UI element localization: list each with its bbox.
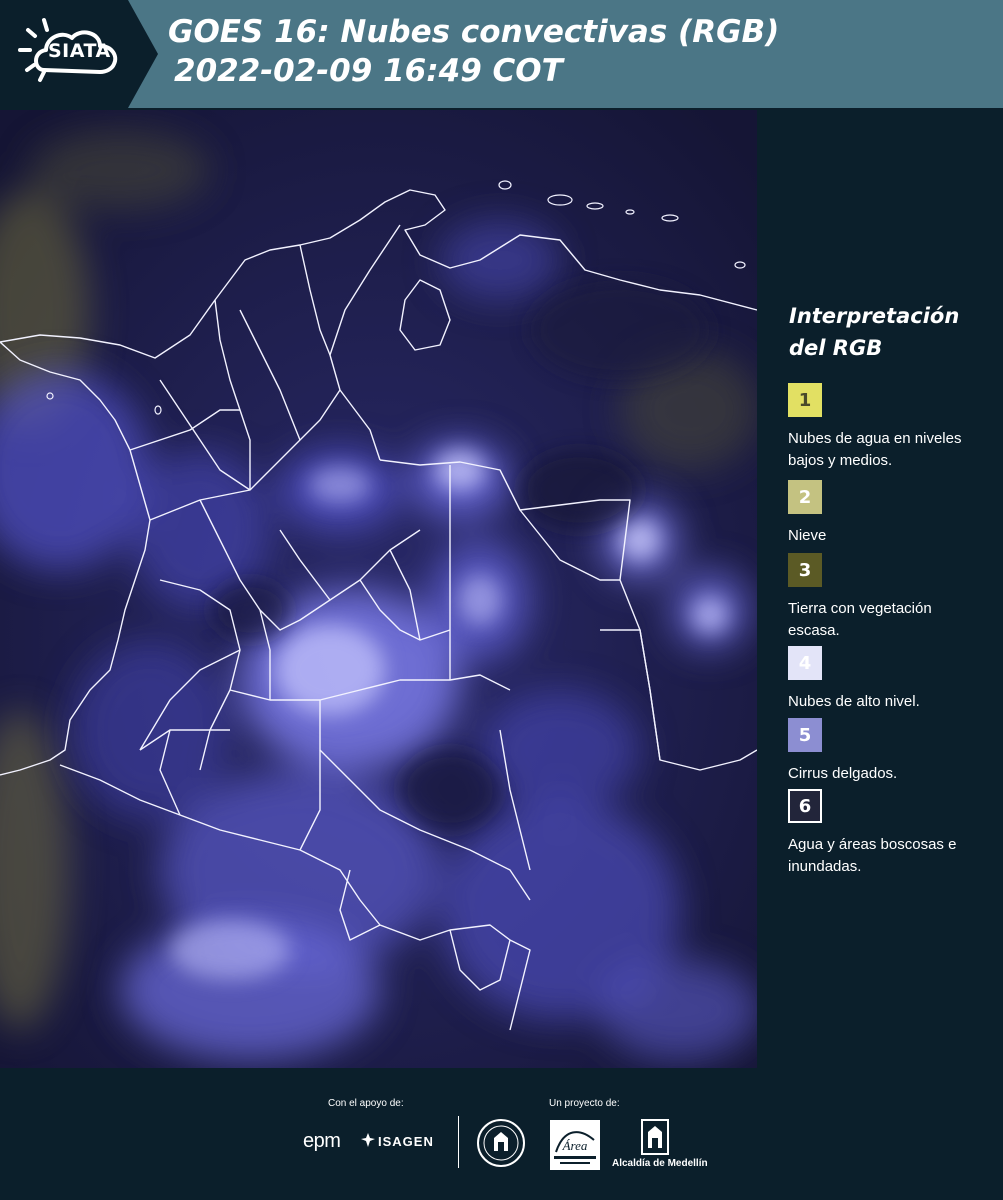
satellite-map[interactable] — [0, 110, 757, 1068]
legend-label: Agua y áreas boscosas e inundadas. — [788, 836, 957, 875]
legend-swatch: 5 — [788, 718, 822, 752]
medellin-seal-icon — [477, 1119, 525, 1167]
siata-logo-text: SIATA — [48, 40, 111, 62]
legend-swatch: 4 — [788, 646, 822, 680]
legend-swatch: 2 — [788, 480, 822, 514]
svg-text:Área: Área — [562, 1138, 588, 1153]
legend-item-5: 5 Cirrus delgados. — [788, 718, 998, 785]
support-label: Con el apoyo de: — [328, 1098, 404, 1109]
alcaldia-medellin-logo — [641, 1119, 669, 1155]
satellite-image — [0, 110, 757, 1068]
legend-item-2: 2 Nieve — [788, 480, 998, 547]
legend-swatch: 3 — [788, 553, 822, 587]
area-metropolitana-logo: Área — [550, 1120, 600, 1170]
page-title: GOES 16: Nubes convectivas (RGB) — [168, 14, 780, 50]
isagen-icon — [361, 1133, 375, 1147]
legend-item-6: 6 Agua y áreas boscosas e inundadas. — [788, 789, 998, 878]
alcaldia-label: Alcaldía de Medellín — [612, 1158, 708, 1169]
legend-label: Nieve — [788, 527, 827, 544]
legend-label: Nubes de agua en niveles bajos y medios. — [788, 430, 962, 469]
footer-divider — [458, 1116, 459, 1168]
legend-label: Tierra con vegetación escasa. — [788, 600, 932, 639]
legend-label: Nubes de alto nivel. — [788, 693, 920, 710]
legend-item-3: 3 Tierra con vegetación escasa. — [788, 553, 998, 642]
epm-logo: epm — [303, 1130, 341, 1152]
legend-swatch: 6 — [788, 789, 822, 823]
legend-title: Interpretación del RGB — [789, 304, 960, 360]
isagen-logo: ISAGEN — [378, 1134, 434, 1149]
siata-logo: SIATA — [0, 0, 160, 108]
page-timestamp: 2022-02-09 16:49 COT — [174, 53, 563, 89]
legend-label: Cirrus delgados. — [788, 765, 898, 782]
legend-item-4: 4 Nubes de alto nivel. — [788, 646, 998, 713]
footer: Con el apoyo de: Un proyecto de: epm ISA… — [0, 1068, 1003, 1200]
legend-item-1: 1 Nubes de agua en niveles bajos y medios… — [788, 383, 998, 472]
legend-swatch: 1 — [788, 383, 822, 417]
header-bar: SIATA GOES 16: Nubes convectivas (RGB) 2… — [0, 0, 1003, 108]
project-label: Un proyecto de: — [549, 1098, 620, 1109]
